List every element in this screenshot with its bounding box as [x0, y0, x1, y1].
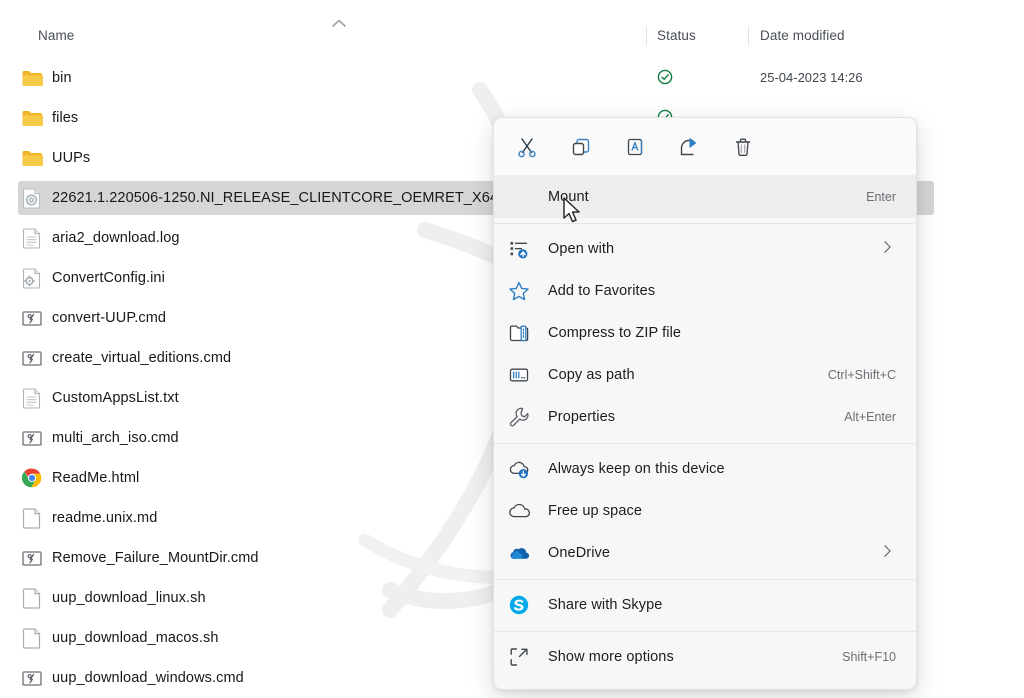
config-file-icon: [21, 267, 43, 289]
blank-file-icon: [21, 507, 43, 529]
menu-item-label: Show more options: [548, 649, 674, 665]
file-name: 22621.1.220506-1250.NI_RELEASE_CLIENTCOR…: [52, 190, 536, 206]
menu-item-open-with[interactable]: Open with: [494, 228, 916, 270]
column-header-row: Name Status Date modified: [0, 0, 1024, 56]
menu-item-label: Properties: [548, 409, 616, 425]
cmd-script-icon: [21, 547, 43, 569]
cloud-download-icon: [508, 458, 530, 480]
cmd-script-icon: [21, 667, 43, 689]
menu-item-label: Always keep on this device: [548, 461, 725, 477]
menu-item-free-up-space[interactable]: Free up space: [494, 490, 916, 532]
sort-ascending-chevron-icon: [332, 19, 346, 27]
menu-item-add-to-favorites[interactable]: Add to Favorites: [494, 270, 916, 312]
menu-item-show-more-options[interactable]: Show more options Shift+F10: [494, 636, 916, 678]
context-menu-toolbar: [494, 118, 916, 176]
file-name: uup_download_macos.sh: [52, 630, 219, 646]
menu-item-share-with-skype[interactable]: Share with Skype: [494, 584, 916, 626]
delete-icon[interactable]: [718, 127, 768, 167]
file-name: create_virtual_editions.cmd: [52, 350, 232, 366]
column-divider[interactable]: [646, 26, 647, 46]
status-synced-icon: [657, 69, 673, 85]
menu-item-label: Mount: [548, 189, 589, 205]
file-row[interactable]: bin 25-04-2023 14:26: [0, 58, 1024, 98]
file-name: convert-UUP.cmd: [52, 310, 167, 326]
cmd-script-icon: [21, 427, 43, 449]
cloud-icon: [508, 500, 530, 522]
chrome-icon: [21, 467, 43, 489]
file-name: aria2_download.log: [52, 230, 180, 246]
file-name: Remove_Failure_MountDir.cmd: [52, 550, 259, 566]
menu-item-label: Copy as path: [548, 367, 635, 383]
cmd-script-icon: [21, 347, 43, 369]
column-divider[interactable]: [748, 26, 749, 46]
context-menu: Mount Enter Open with Add to Favorites Compr…: [493, 117, 917, 690]
onedrive-icon: [508, 542, 530, 564]
menu-item-shortcut: Ctrl+Shift+C: [827, 368, 896, 382]
blank-file-icon: [21, 627, 43, 649]
menu-separator: [494, 631, 916, 632]
menu-item-shortcut: Shift+F10: [842, 650, 896, 664]
menu-item-copy-as-path[interactable]: Copy as path Ctrl+Shift+C: [494, 354, 916, 396]
menu-item-onedrive[interactable]: OneDrive: [494, 532, 916, 574]
file-name: uup_download_windows.cmd: [52, 670, 244, 686]
zip-icon: [508, 322, 530, 344]
share-icon[interactable]: [664, 127, 714, 167]
column-header-status[interactable]: Status: [657, 28, 696, 43]
chevron-right-icon: [883, 544, 892, 563]
column-header-name[interactable]: Name: [38, 28, 74, 43]
cmd-script-icon: [21, 307, 43, 329]
menu-item-shortcut: Alt+Enter: [844, 410, 896, 424]
menu-item-shortcut: Enter: [866, 190, 896, 204]
file-explorer-window: Name Status Date modified bin 25-04-2023 …: [0, 0, 1024, 698]
menu-item-mount[interactable]: Mount Enter: [494, 176, 916, 218]
file-name: multi_arch_iso.cmd: [52, 430, 179, 446]
menu-item-properties[interactable]: Properties Alt+Enter: [494, 396, 916, 438]
text-file-icon: [21, 227, 43, 249]
file-name: readme.unix.md: [52, 510, 158, 526]
copy-path-icon: [508, 364, 530, 386]
show-more-icon: [508, 646, 530, 668]
menu-item-compress-to-zip-file[interactable]: Compress to ZIP file: [494, 312, 916, 354]
file-name: ConvertConfig.ini: [52, 270, 165, 286]
menu-item-label: Share with Skype: [548, 597, 663, 613]
file-name: files: [52, 110, 79, 126]
blank-file-icon: [21, 587, 43, 609]
menu-item-label: Free up space: [548, 503, 642, 519]
menu-item-label: OneDrive: [548, 545, 611, 561]
file-name: CustomAppsList.txt: [52, 390, 179, 406]
file-name: ReadMe.html: [52, 470, 140, 486]
menu-item-label: Open with: [548, 241, 615, 257]
file-date-modified: 25-04-2023 14:26: [760, 70, 863, 85]
cut-icon[interactable]: [502, 127, 552, 167]
menu-separator: [494, 443, 916, 444]
folder-icon: [21, 67, 44, 89]
skype-icon: [508, 594, 530, 616]
text-file-icon: [21, 387, 43, 409]
file-name: uup_download_linux.sh: [52, 590, 206, 606]
column-header-date-modified[interactable]: Date modified: [760, 28, 845, 43]
file-name: UUPs: [52, 150, 91, 166]
star-icon: [508, 280, 530, 302]
file-name: bin: [52, 70, 72, 86]
rename-icon[interactable]: [610, 127, 660, 167]
chevron-right-icon: [883, 240, 892, 259]
folder-icon: [21, 107, 44, 129]
context-menu-items: Mount Enter Open with Add to Favorites Compr…: [494, 176, 916, 678]
wrench-icon: [508, 406, 530, 428]
menu-separator: [494, 223, 916, 224]
folder-icon: [21, 147, 44, 169]
open-with-icon: [508, 238, 530, 260]
menu-item-label: Add to Favorites: [548, 283, 656, 299]
menu-separator: [494, 579, 916, 580]
copy-icon[interactable]: [556, 127, 606, 167]
disc-image-icon: [21, 187, 43, 209]
menu-item-always-keep-on-this-device[interactable]: Always keep on this device: [494, 448, 916, 490]
menu-item-label: Compress to ZIP file: [548, 325, 682, 341]
